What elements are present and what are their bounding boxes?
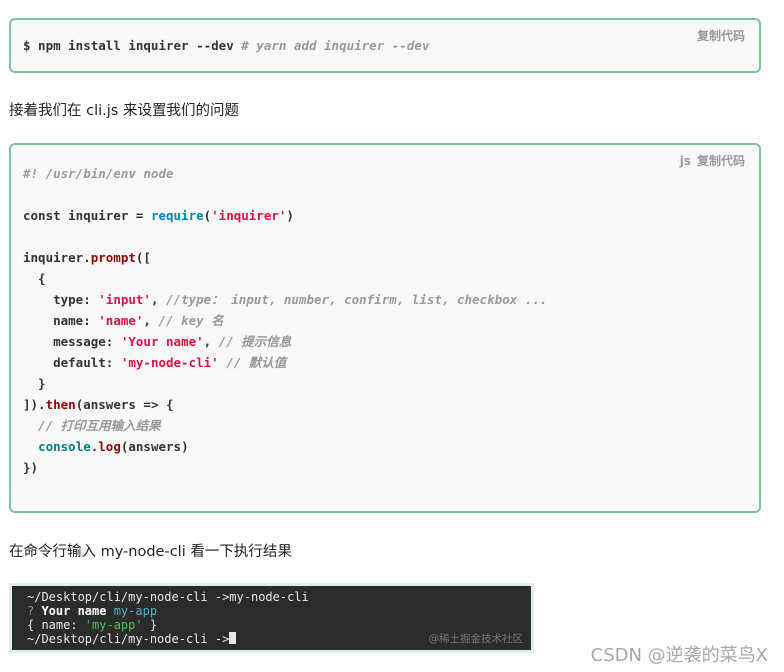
code-token-string: 'name' xyxy=(98,313,144,328)
code-token: ]). xyxy=(23,397,46,412)
code-token: ) xyxy=(286,208,294,223)
yarn-comment: # yarn add inquirer --dev xyxy=(241,38,430,53)
code-token-comment: //type： input, number, confirm, list, ch… xyxy=(166,292,548,307)
code-token-string: 'inquirer' xyxy=(211,208,287,223)
npm-command: $ npm install inquirer --dev xyxy=(23,38,234,53)
result-string: 'my-app' xyxy=(84,618,143,632)
code-token-string: 'input' xyxy=(98,292,151,307)
code-token-console: console xyxy=(38,439,91,454)
code-line-message: message: 'Your name', // 提示信息 xyxy=(23,331,547,352)
code-token-comment: // key 名 xyxy=(158,313,224,328)
code-line-shebang: #! /usr/bin/env node xyxy=(23,166,174,181)
code-token-string: 'my-node-cli' xyxy=(120,355,219,370)
terminal-window: ~/Desktop/cli/my-node-cli ->my-node-cli … xyxy=(12,586,531,650)
copy-code-button[interactable]: 复制代码 xyxy=(697,27,745,44)
install-command: $ npm install inquirer --dev # yarn add … xyxy=(23,38,429,53)
code-line-require: const inquirer = require('inquirer') xyxy=(23,205,547,226)
code-line-type: type: 'input', //type： input, number, co… xyxy=(23,289,547,310)
install-code-block: 复制代码 $ npm install inquirer --dev # yarn… xyxy=(9,18,761,73)
copy-code-button-js[interactable]: js 复制代码 xyxy=(680,152,745,169)
code-token-comment: // 提示信息 xyxy=(218,334,292,349)
code-token: name: xyxy=(23,313,99,328)
question-mark: ? xyxy=(27,604,42,618)
code-token-log: log xyxy=(98,439,121,454)
code-token-then: then xyxy=(45,397,76,412)
code-token: , xyxy=(203,334,219,349)
code-token: const inquirer = xyxy=(23,208,151,223)
terminal-line-question: ? Your name my-app xyxy=(27,604,531,618)
code-token: inquirer. xyxy=(23,250,91,265)
code-token-require: require xyxy=(150,208,204,223)
code-token: (answers => { xyxy=(75,397,174,412)
question-label: Your name xyxy=(41,604,114,618)
code-line-then: ]).then(answers => { xyxy=(23,394,547,415)
code-token: default: xyxy=(23,355,121,370)
code-token-string: 'Your name' xyxy=(120,334,204,349)
result-token: { name: xyxy=(27,618,85,632)
juejin-watermark: @稀土掘金技术社区 xyxy=(428,633,524,645)
result-token: } xyxy=(142,618,158,632)
question-answer: my-app xyxy=(113,604,158,618)
code-token-comment: // 默认值 xyxy=(226,355,287,370)
code-line-name: name: 'name', // key 名 xyxy=(23,310,547,331)
csdn-watermark: CSDN @逆袭的菜鸟X xyxy=(590,645,768,666)
code-language-label: js xyxy=(679,154,691,168)
terminal-line-result: { name: 'my-app' } xyxy=(27,618,531,632)
code-line-default: default: 'my-node-cli' // 默认值 xyxy=(23,352,547,373)
code-token: (answers) xyxy=(120,439,189,454)
code-line-open-brace: { xyxy=(23,271,46,286)
cli-js-code: #! /usr/bin/env node const inquirer = req… xyxy=(23,163,547,478)
code-line-comment: // 打印互用输入结果 xyxy=(23,418,161,433)
copy-code-label: 复制代码 xyxy=(696,154,745,168)
terminal-line-command: ~/Desktop/cli/my-node-cli ->my-node-cli xyxy=(27,590,309,604)
code-token-prompt: prompt xyxy=(90,250,136,265)
code-line-close-brace: } xyxy=(23,376,46,391)
terminal-screenshot: ~/Desktop/cli/my-node-cli ->my-node-cli … xyxy=(9,583,534,653)
code-token: message: xyxy=(23,334,121,349)
code-token: , xyxy=(143,313,159,328)
terminal-prompt: ~/Desktop/cli/my-node-cli -> xyxy=(27,632,230,646)
paragraph-run-command: 在命令行输入 my-node-cli 看一下执行结果 xyxy=(9,544,292,560)
code-line-console-log: console.log(answers) xyxy=(23,436,547,457)
paragraph-setup-questions: 接着我们在 cli.js 来设置我们的问题 xyxy=(9,103,239,119)
code-line-close: }) xyxy=(23,460,39,475)
cursor-icon xyxy=(229,632,237,644)
cli-js-code-block: js 复制代码 #! /usr/bin/env node const inquire… xyxy=(9,143,761,513)
code-token: type: xyxy=(23,292,99,307)
code-token: , xyxy=(150,292,167,307)
code-token: ([ xyxy=(135,250,151,265)
code-line-prompt: inquirer.prompt([ xyxy=(23,247,547,268)
